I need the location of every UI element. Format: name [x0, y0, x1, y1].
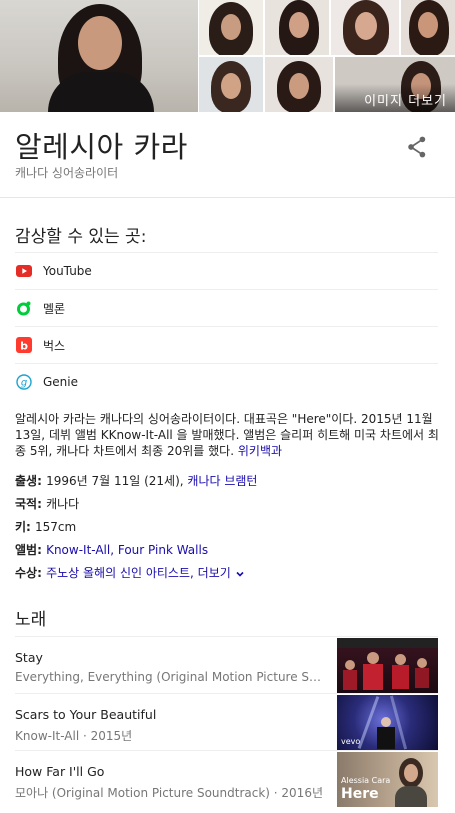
- description: 알레시아 카라는 캐나다의 싱어송라이터이다. 대표곡은 "Here"이다. 2…: [15, 411, 440, 459]
- fact-key: 키: [15, 520, 27, 534]
- fact-awards: 수상: 주노상 올해의 신인 아티스트, 더보기: [15, 564, 440, 587]
- thumbnail-image-3[interactable]: [331, 0, 399, 55]
- song-thumbnail: [337, 638, 438, 693]
- fact-value: 1996년 7월 11일 (21세),: [46, 474, 184, 488]
- svg-text:b: b: [20, 340, 28, 353]
- provider-name: Genie: [43, 375, 79, 389]
- provider-bugs[interactable]: b 벅스: [15, 326, 438, 363]
- fact-born: 출생: 1996년 7월 11일 (21세), 캐나다 브램턴: [15, 474, 258, 488]
- fact-key: 출생: [15, 474, 38, 488]
- song-item-stay[interactable]: Stay Everything, Everything (Original Mo…: [15, 636, 438, 693]
- albums-link[interactable]: Know-It-All, Four Pink Walls: [46, 543, 208, 557]
- song-item-scars-to-your-beautiful[interactable]: Scars to Your Beautiful Know-It-All · 20…: [15, 693, 438, 750]
- song-album: Everything, Everything (Original Motion …: [15, 670, 325, 684]
- awards-more-label: 더보기: [197, 566, 231, 580]
- provider-name: 멜론: [43, 301, 66, 316]
- more-images-label: 이미지 더보기: [335, 84, 455, 112]
- description-text: 알레시아 카라는 캐나다의 싱어송라이터이다. 대표곡은 "Here"이다. 2…: [15, 412, 439, 458]
- provider-melon[interactable]: 멜론: [15, 289, 438, 326]
- provider-name: YouTube: [43, 264, 92, 278]
- melon-icon: [15, 299, 33, 317]
- song-album: Know-It-All · 2015년: [15, 729, 133, 743]
- thumbnail-image-4[interactable]: [401, 0, 455, 55]
- provider-youtube[interactable]: YouTube: [15, 252, 438, 289]
- main-portrait-image[interactable]: [0, 0, 198, 112]
- song-title: Scars to Your Beautiful: [15, 707, 157, 722]
- share-icon: [408, 136, 426, 158]
- page-title: 알레시아 카라: [15, 130, 188, 164]
- image-strip: 이미지 더보기: [0, 0, 455, 112]
- award-link[interactable]: 주노상 올해의 신인 아티스트,: [46, 566, 194, 580]
- vevo-logo: vevo: [341, 737, 361, 746]
- song-item-how-far-ill-go[interactable]: How Far I'll Go 모아나 (Original Motion Pic…: [15, 750, 438, 807]
- fact-key: 수상: [15, 566, 38, 580]
- thumbnail-image-1[interactable]: [199, 0, 263, 55]
- fact-height: 키: 157cm: [15, 520, 77, 534]
- fact-key: 앨범: [15, 543, 38, 557]
- song-album: 모아나 (Original Motion Picture Soundtrack)…: [15, 786, 323, 800]
- watch-section-title: 감상할 수 있는 곳:: [15, 227, 147, 247]
- fact-value: 캐나다: [46, 497, 80, 511]
- fact-value: 157cm: [35, 520, 77, 534]
- song-thumbnail: Alessia Cara Here: [337, 752, 438, 807]
- thumb-song-label: Here: [341, 786, 379, 802]
- wikipedia-link[interactable]: 위키백과: [238, 444, 282, 458]
- thumbnail-image-2[interactable]: [265, 0, 329, 55]
- provider-genie[interactable]: g Genie: [15, 363, 438, 400]
- more-images-button[interactable]: 이미지 더보기: [335, 57, 455, 112]
- song-title: Stay: [15, 650, 43, 665]
- thumb-artist-label: Alessia Cara: [341, 776, 391, 785]
- thumbnail-image-6[interactable]: [265, 57, 333, 112]
- genie-icon: g: [15, 373, 33, 391]
- knowledge-panel-header: 알레시아 카라 캐나다 싱어송라이터: [0, 112, 455, 198]
- thumbnail-image-5[interactable]: [199, 57, 263, 112]
- awards-more-button[interactable]: 더보기: [198, 566, 245, 580]
- fact-key: 국적: [15, 497, 38, 511]
- song-title: How Far I'll Go: [15, 764, 105, 779]
- song-thumbnail: vevo: [337, 695, 438, 750]
- page-subtitle: 캐나다 싱어송라이터: [15, 166, 119, 180]
- bugs-icon: b: [15, 336, 33, 354]
- fact-nationality: 국적: 캐나다: [15, 497, 80, 511]
- svg-text:g: g: [21, 378, 27, 389]
- chevron-down-icon: [236, 571, 244, 577]
- facts-list: 출생: 1996년 7월 11일 (21세), 캐나다 브램턴 국적: 캐나다 …: [15, 472, 440, 587]
- songs-section-title: 노래: [15, 610, 47, 630]
- fact-albums: 앨범: Know-It-All, Four Pink Walls: [15, 543, 209, 557]
- provider-name: 벅스: [43, 338, 66, 353]
- birthplace-link[interactable]: 캐나다 브램턴: [187, 474, 257, 488]
- youtube-icon: [15, 262, 33, 280]
- share-button[interactable]: [404, 134, 430, 160]
